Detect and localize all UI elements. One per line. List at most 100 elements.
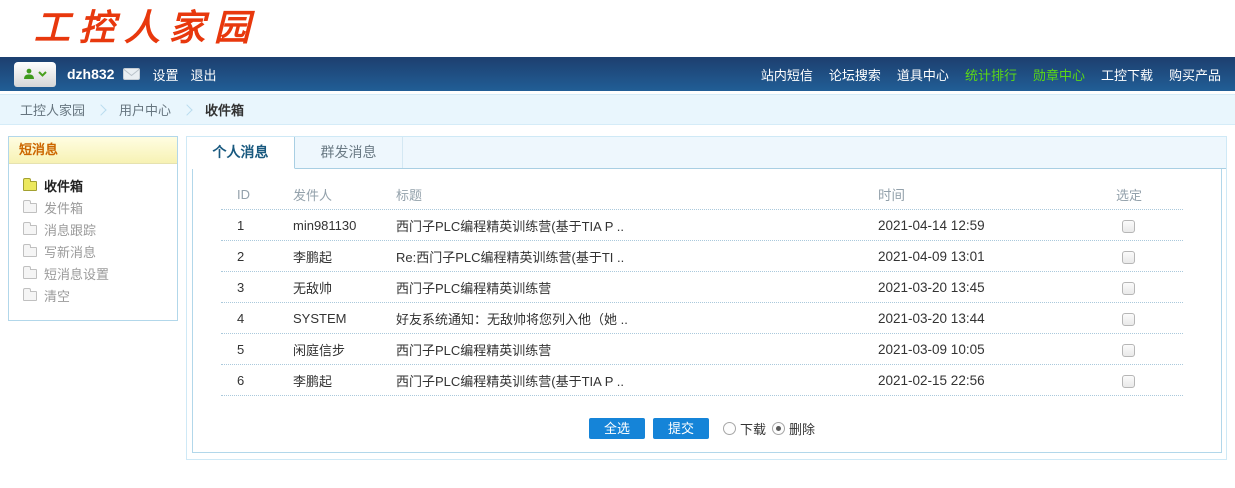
tab-bar: 个人消息群发消息 xyxy=(187,137,1226,169)
cell-select xyxy=(1116,248,1183,263)
folder-icon xyxy=(23,203,37,213)
message-title-link[interactable]: 西门子PLC编程精英训练营(基于TIA P .. xyxy=(396,216,878,235)
chevron-right-icon xyxy=(181,104,192,115)
main-panel: 个人消息群发消息 ID发件人标题时间选定 1min981130西门子PLC编程精… xyxy=(186,136,1227,460)
cell-id: 5 xyxy=(221,342,293,357)
cell-id: 6 xyxy=(221,373,293,388)
sidebar-item-label: 写新消息 xyxy=(44,242,96,261)
cell-select xyxy=(1116,341,1183,356)
row-checkbox[interactable] xyxy=(1122,344,1135,357)
table-row: 2李鹏起Re:西门子PLC编程精英训练营(基于TI ..2021-04-09 1… xyxy=(221,241,1183,272)
page-layout: 短消息 收件箱发件箱消息跟踪写新消息短消息设置清空 个人消息群发消息 ID发件人… xyxy=(8,136,1227,460)
site-logo[interactable]: 工控人家园 xyxy=(34,7,259,49)
actions-row: 全选 提交 下载删除 xyxy=(221,418,1183,439)
table-header-row: ID发件人标题时间选定 xyxy=(221,179,1183,210)
sidebar-item-link[interactable]: 清空 xyxy=(23,284,177,306)
table-row: 5闲庭信步西门子PLC编程精英训练营2021-03-09 10:05 xyxy=(221,334,1183,365)
sidebar-item-link[interactable]: 写新消息 xyxy=(23,240,177,262)
nav-link[interactable]: 工控下载 xyxy=(1101,68,1153,83)
radio-label: 下载 xyxy=(740,419,766,438)
sidebar-list: 收件箱发件箱消息跟踪写新消息短消息设置清空 xyxy=(9,164,177,320)
message-title-link[interactable]: 西门子PLC编程精英训练营 xyxy=(396,340,878,359)
table-row: 1min981130西门子PLC编程精英训练营(基于TIA P ..2021-0… xyxy=(221,210,1183,241)
row-checkbox[interactable] xyxy=(1122,375,1135,388)
breadcrumb-item[interactable]: 工控人家园 xyxy=(20,100,85,119)
row-checkbox[interactable] xyxy=(1122,251,1135,264)
sidebar-item-label: 发件箱 xyxy=(44,198,83,217)
username-link[interactable]: dzh832 xyxy=(67,66,114,82)
cell-sender: 闲庭信步 xyxy=(293,340,396,359)
message-content-box: ID发件人标题时间选定 1min981130西门子PLC编程精英训练营(基于TI… xyxy=(192,169,1222,453)
tab[interactable]: 群发消息 xyxy=(295,137,403,168)
message-title-link[interactable]: Re:西门子PLC编程精英训练营(基于TI .. xyxy=(396,247,878,266)
select-all-button[interactable]: 全选 xyxy=(589,418,645,439)
folder-icon xyxy=(23,225,37,235)
chevron-right-icon xyxy=(95,104,106,115)
breadcrumb: 工控人家园 用户中心 收件箱 xyxy=(0,94,1235,125)
cell-sender: 无敌帅 xyxy=(293,278,396,297)
row-checkbox[interactable] xyxy=(1122,282,1135,295)
column-header: 标题 xyxy=(396,185,878,204)
cell-sender: SYSTEM xyxy=(293,311,396,326)
cell-id: 1 xyxy=(221,218,293,233)
row-checkbox[interactable] xyxy=(1122,313,1135,326)
nav-link[interactable]: 道具中心 xyxy=(897,68,949,83)
cell-select xyxy=(1116,310,1183,325)
nav-link[interactable]: 勋章中心 xyxy=(1033,68,1085,83)
sidebar-item-label: 短消息设置 xyxy=(44,264,109,283)
cell-select xyxy=(1116,217,1183,232)
radio-option[interactable]: 删除 xyxy=(772,419,815,438)
sidebar-item-link[interactable]: 短消息设置 xyxy=(23,262,177,284)
cell-select xyxy=(1116,279,1183,294)
sidebar-item-label: 清空 xyxy=(44,286,70,305)
table-row: 3无敌帅西门子PLC编程精英训练营2021-03-20 13:45 xyxy=(221,272,1183,303)
cell-sender: 李鹏起 xyxy=(293,247,396,266)
message-title-link[interactable]: 西门子PLC编程精英训练营 xyxy=(396,278,878,297)
logo-bar: 工控人家园 xyxy=(0,0,1235,57)
cell-time: 2021-02-15 22:56 xyxy=(878,373,1116,388)
nav-link[interactable]: 设置 xyxy=(152,68,178,83)
message-title-link[interactable]: 好友系统通知：无敌帅将您列入他（她 .. xyxy=(396,309,878,328)
sidebar-item-link[interactable]: 发件箱 xyxy=(23,196,177,218)
cell-sender: 李鹏起 xyxy=(293,371,396,390)
radio-option[interactable]: 下载 xyxy=(723,419,766,438)
nav-link[interactable]: 购买产品 xyxy=(1169,68,1221,83)
nav-link[interactable]: 站内短信 xyxy=(761,68,813,83)
nav-link[interactable]: 退出 xyxy=(190,68,216,83)
folder-icon xyxy=(23,269,37,279)
cell-id: 3 xyxy=(221,280,293,295)
sidebar-item-label: 消息跟踪 xyxy=(44,220,96,239)
nav-left-links: 设置退出 xyxy=(152,65,228,84)
column-header: ID xyxy=(221,187,293,202)
column-header: 时间 xyxy=(878,184,1116,204)
sidebar-item-active[interactable]: 收件箱 xyxy=(23,174,177,196)
sidebar-title: 短消息 xyxy=(9,137,177,164)
breadcrumb-item[interactable]: 用户中心 xyxy=(119,100,171,119)
cell-id: 2 xyxy=(221,249,293,264)
submit-button[interactable]: 提交 xyxy=(653,418,709,439)
user-menu-badge[interactable] xyxy=(14,62,56,87)
sidebar: 短消息 收件箱发件箱消息跟踪写新消息短消息设置清空 xyxy=(8,136,178,321)
table-body: 1min981130西门子PLC编程精英训练营(基于TIA P ..2021-0… xyxy=(221,210,1183,396)
radio-unchecked-icon[interactable] xyxy=(723,422,736,435)
folder-icon xyxy=(23,291,37,301)
message-title-link[interactable]: 西门子PLC编程精英训练营(基于TIA P .. xyxy=(396,371,878,390)
message-table: ID发件人标题时间选定 1min981130西门子PLC编程精英训练营(基于TI… xyxy=(221,179,1183,396)
cell-time: 2021-04-14 12:59 xyxy=(878,218,1116,233)
mail-icon[interactable] xyxy=(123,68,140,80)
tab-active[interactable]: 个人消息 xyxy=(187,137,295,169)
cell-id: 4 xyxy=(221,311,293,326)
row-checkbox[interactable] xyxy=(1122,220,1135,233)
column-header: 选定 xyxy=(1116,185,1183,204)
nav-link[interactable]: 论坛搜索 xyxy=(829,68,881,83)
breadcrumb-item: 收件箱 xyxy=(205,100,244,119)
cell-time: 2021-03-09 10:05 xyxy=(878,342,1116,357)
folder-icon xyxy=(23,247,37,257)
nav-link[interactable]: 统计排行 xyxy=(965,68,1017,83)
chevron-down-icon xyxy=(38,71,47,77)
sidebar-item-link[interactable]: 消息跟踪 xyxy=(23,218,177,240)
radio-checked-icon[interactable] xyxy=(772,422,785,435)
cell-time: 2021-04-09 13:01 xyxy=(878,249,1116,264)
cell-time: 2021-03-20 13:45 xyxy=(878,280,1116,295)
user-icon xyxy=(23,68,35,80)
